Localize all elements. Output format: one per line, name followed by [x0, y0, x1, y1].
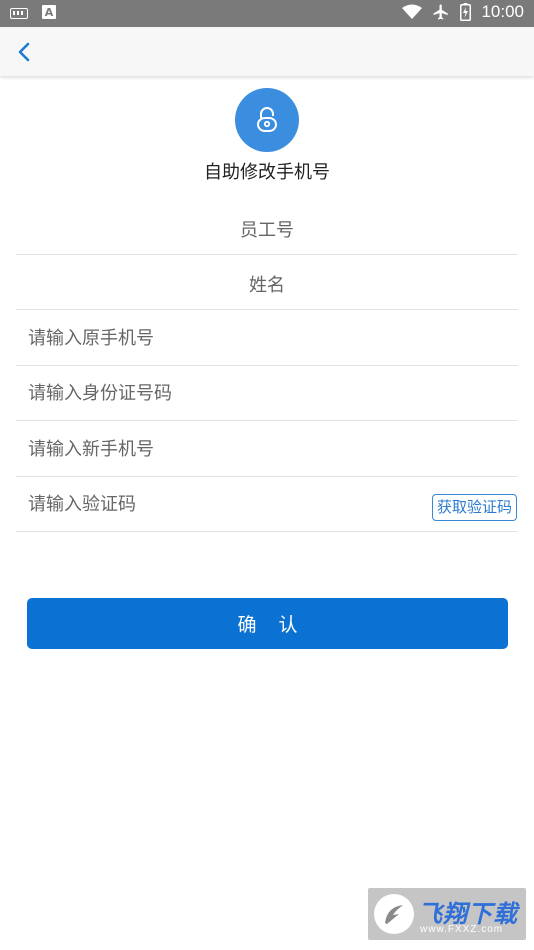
- id-card-input[interactable]: [28, 376, 428, 410]
- airplane-icon: [433, 4, 449, 20]
- name-row: 姓名: [16, 255, 518, 310]
- verification-code-row: 获取验证码: [16, 477, 518, 532]
- status-bar: A 10:00: [0, 0, 534, 27]
- watermark-logo-icon: [374, 894, 414, 934]
- id-card-row: [16, 366, 518, 421]
- app-bar: [0, 27, 534, 76]
- watermark: 飞翔下载 www.FXXZ.com: [368, 888, 526, 940]
- employee-id-label: 员工号: [240, 220, 294, 241]
- employee-id-row: 员工号: [16, 200, 518, 255]
- new-phone-row: [16, 422, 518, 477]
- clock: 10:00: [481, 2, 524, 21]
- old-phone-input[interactable]: [28, 321, 428, 355]
- battery-icon: [460, 3, 472, 21]
- verification-code-input[interactable]: [28, 487, 408, 521]
- lock-badge: [235, 88, 299, 152]
- watermark-url: www.FXXZ.com: [420, 924, 504, 935]
- wifi-icon: [402, 4, 423, 19]
- font-a-icon: A: [42, 5, 56, 19]
- lock-icon: [257, 107, 277, 132]
- back-button[interactable]: [12, 39, 38, 65]
- confirm-button[interactable]: 确认: [27, 598, 508, 649]
- keyboard-icon: [10, 8, 28, 19]
- page-title: 自助修改手机号: [204, 162, 330, 183]
- chevron-left-icon: [18, 42, 30, 62]
- new-phone-input[interactable]: [28, 432, 428, 466]
- get-code-button[interactable]: 获取验证码: [431, 494, 517, 521]
- name-label: 姓名: [249, 275, 285, 296]
- old-phone-row: [16, 311, 518, 366]
